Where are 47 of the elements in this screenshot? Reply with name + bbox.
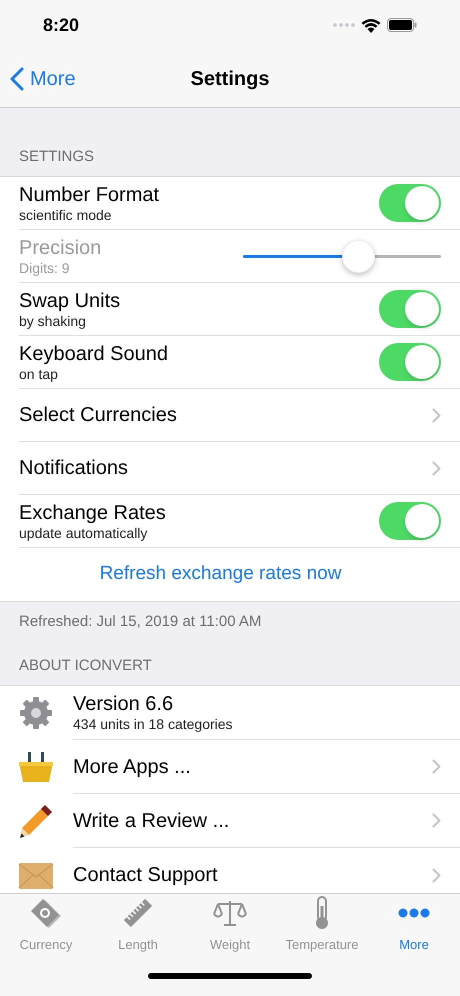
more-icon[interactable] <box>398 908 430 918</box>
row-title: Notifications <box>19 456 128 480</box>
section-header: ABOUT ICONVERT <box>19 656 152 676</box>
nav-title: Settings <box>190 66 270 92</box>
signal-icon <box>333 23 355 27</box>
row-title: Version 6.6 <box>73 692 174 716</box>
row-title: Number Format <box>19 182 160 206</box>
wifi-icon <box>361 18 381 32</box>
row-title: Precision <box>19 236 102 260</box>
row-title: Exchange Rates <box>19 500 166 524</box>
toggle-switch[interactable] <box>379 343 441 381</box>
row-subtitle: 434 units in 18 categories <box>73 716 233 733</box>
row-title: Write a Review ... <box>73 808 230 832</box>
chevron-icon <box>432 460 441 476</box>
row-subtitle: scientific mode <box>19 206 113 224</box>
toggle-switch[interactable] <box>379 290 441 328</box>
row-subtitle: on tap <box>19 366 59 382</box>
chevron-icon <box>432 813 441 828</box>
tab-item[interactable]: More <box>368 894 460 956</box>
gear-icon <box>18 695 54 731</box>
toggle-switch[interactable] <box>379 184 441 222</box>
refresh-button[interactable]: Refresh exchange rates now <box>0 548 441 601</box>
row-subtitle: update automatically <box>19 524 148 542</box>
section-header: SETTINGS <box>19 146 94 166</box>
back-chevron-icon[interactable] <box>10 67 24 91</box>
chevron-icon <box>432 868 441 882</box>
battery-icon <box>387 18 417 32</box>
banknote-icon[interactable] <box>29 898 63 928</box>
chevron-icon <box>432 408 441 422</box>
row-subtitle: by shaking <box>19 312 87 330</box>
tab-item[interactable]: Currency <box>0 894 92 956</box>
row-title: Select Currencies <box>19 403 177 427</box>
chevron-icon <box>432 759 441 774</box>
tab-item[interactable]: Weight <box>184 894 276 956</box>
row-title: Keyboard Sound <box>19 342 168 366</box>
refreshed-footer: Refreshed: Jul 15, 2019 at 11:00 AM <box>19 610 262 634</box>
tab-item[interactable]: Length <box>92 894 184 956</box>
tab-item[interactable]: Temperature <box>276 894 368 956</box>
pencil-icon <box>18 803 54 839</box>
row-title: More Apps ... <box>73 754 191 778</box>
basket-icon <box>18 749 54 785</box>
back-button[interactable]: More <box>10 64 76 94</box>
row-title: Swap Units <box>19 288 120 312</box>
status-time: 8:20 <box>43 14 80 36</box>
row-title: Contact Support <box>73 863 218 887</box>
row-subtitle: Digits: 9 <box>19 260 71 276</box>
toggle-switch[interactable] <box>379 502 441 540</box>
